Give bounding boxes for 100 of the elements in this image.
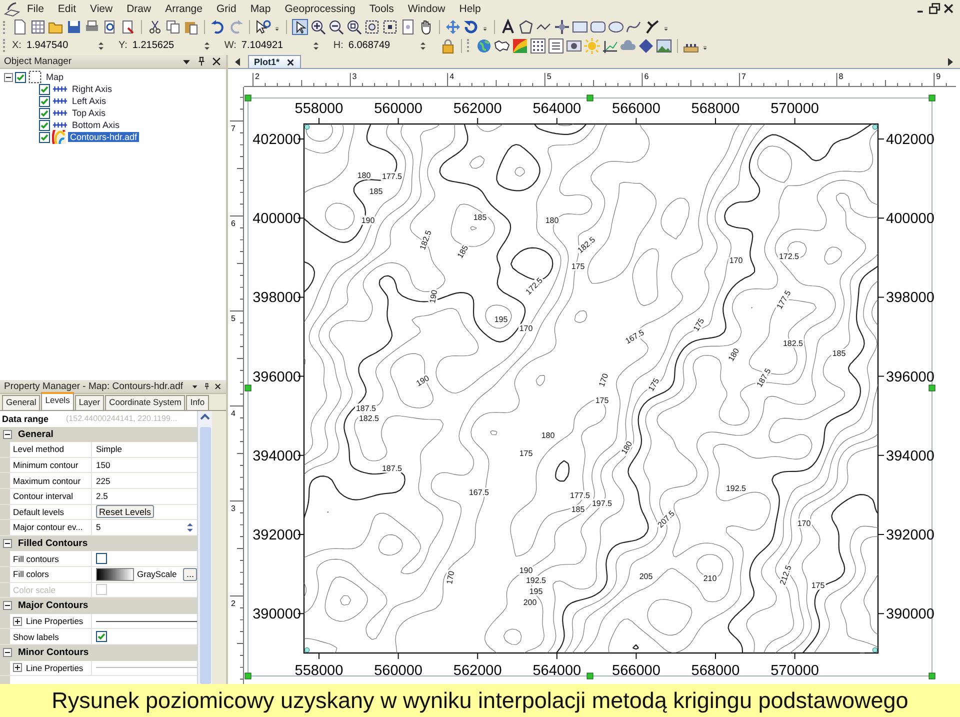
checkbox[interactable]: [96, 553, 107, 564]
property-label[interactable]: Line Properties: [26, 616, 84, 626]
restore-icon[interactable]: [928, 2, 942, 16]
lock-icon[interactable]: [440, 38, 456, 54]
coordinate-field[interactable]: 6.068749: [346, 40, 418, 51]
expand-icon[interactable]: [13, 663, 22, 672]
selection-handle[interactable]: [928, 672, 936, 680]
spline-icon[interactable]: [626, 19, 642, 35]
checkbox[interactable]: [15, 72, 26, 82]
menu-item[interactable]: Tools: [362, 2, 401, 16]
section-header[interactable]: Major Contours: [0, 598, 197, 614]
polygon-icon[interactable]: [518, 19, 534, 35]
scrollbar-thumb[interactable]: [200, 427, 210, 684]
tree-item[interactable]: Map: [44, 72, 66, 82]
zoom-in-icon[interactable]: [310, 19, 326, 35]
digitize-icon[interactable]: [644, 19, 660, 35]
property-label[interactable]: Line Properties: [26, 662, 84, 673]
pin-icon[interactable]: [196, 56, 207, 67]
page-icon[interactable]: [400, 19, 416, 35]
property-value[interactable]: 2.5: [92, 491, 197, 502]
checkbox[interactable]: [39, 108, 50, 118]
selection-handle[interactable]: [244, 384, 252, 392]
rectangle-icon[interactable]: [572, 19, 588, 35]
zoom-out-icon[interactable]: [328, 19, 344, 35]
selection-handle[interactable]: [928, 94, 936, 102]
corner-handle[interactable]: [304, 124, 310, 130]
close-icon[interactable]: [942, 2, 956, 16]
zoom-extents-icon[interactable]: [346, 19, 362, 35]
symbol-icon[interactable]: [554, 19, 570, 35]
property-tab[interactable]: Levels: [41, 392, 74, 410]
property-tab[interactable]: General: [2, 395, 40, 410]
menu-item[interactable]: Arrange: [158, 2, 210, 16]
dot-grid-icon[interactable]: [530, 38, 546, 54]
property-value[interactable]: GrayScale: [137, 569, 180, 580]
rotate-icon[interactable]: [463, 19, 479, 35]
selection-handle[interactable]: [928, 384, 936, 392]
tree-item[interactable]: Bottom Axis: [70, 120, 122, 130]
export-icon[interactable]: [120, 19, 136, 35]
picture-icon[interactable]: [656, 38, 672, 54]
expand-icon[interactable]: [13, 616, 22, 626]
worksheet-icon[interactable]: [30, 19, 46, 35]
collapse-icon[interactable]: [3, 539, 12, 548]
zoom-rectangle-icon[interactable]: [364, 19, 380, 35]
text-tool-icon[interactable]: [500, 19, 516, 35]
property-tab[interactable]: Info: [186, 395, 209, 410]
checkbox[interactable]: [39, 84, 50, 94]
checkbox[interactable]: [39, 132, 50, 142]
menu-item[interactable]: File: [20, 2, 51, 16]
collapse-icon[interactable]: [3, 648, 12, 658]
menu-item[interactable]: Window: [400, 2, 452, 16]
menu-item[interactable]: View: [83, 2, 120, 16]
pin-icon[interactable]: [202, 381, 210, 392]
collapse-icon[interactable]: [3, 601, 12, 610]
corner-handle[interactable]: [872, 124, 878, 130]
menu-item[interactable]: Edit: [50, 2, 84, 16]
tree-item[interactable]: Left Axis: [70, 96, 108, 106]
property-value[interactable]: 150: [92, 460, 197, 470]
coordinate-field[interactable]: 1.215625: [130, 40, 202, 51]
copy-icon[interactable]: [165, 19, 181, 35]
menu-item[interactable]: Map: [243, 2, 278, 16]
undo-icon[interactable]: [210, 19, 226, 35]
coordinate-field[interactable]: 7.104921: [239, 40, 312, 51]
tree-item[interactable]: Contours-hdr.adf: [68, 132, 140, 142]
selection-handle[interactable]: [244, 672, 252, 680]
menu-item[interactable]: Draw: [120, 2, 158, 16]
color-map-icon[interactable]: [512, 38, 528, 54]
image-icon[interactable]: [566, 38, 582, 54]
corner-handle[interactable]: [304, 647, 310, 653]
close-icon[interactable]: [286, 58, 295, 66]
map-outline-icon[interactable]: [494, 38, 510, 54]
paste-icon[interactable]: [183, 19, 199, 35]
close-icon[interactable]: [214, 381, 222, 392]
selection-handle[interactable]: [244, 94, 252, 102]
checkbox[interactable]: [39, 96, 50, 106]
property-value[interactable]: 225: [92, 476, 197, 486]
menu-item[interactable]: Geoprocessing: [278, 2, 362, 16]
zoom-selection-icon[interactable]: [382, 19, 398, 35]
document-tab[interactable]: Plot1*: [248, 55, 301, 68]
selection-handle[interactable]: [586, 672, 594, 680]
collapse-icon[interactable]: [3, 430, 12, 439]
tree-item[interactable]: Right Axis: [70, 84, 114, 94]
property-tab[interactable]: Coordinate System: [105, 395, 186, 410]
corner-handle[interactable]: [872, 647, 878, 653]
property-value[interactable]: Simple: [92, 444, 197, 454]
menu-item[interactable]: Help: [452, 2, 488, 16]
browse-button[interactable]: ...: [183, 568, 197, 581]
scissors-icon[interactable]: [147, 19, 163, 35]
collapse-icon[interactable]: [4, 72, 13, 82]
section-header[interactable]: General: [0, 426, 197, 442]
rounded-rectangle-icon[interactable]: [590, 19, 606, 35]
selection-handle[interactable]: [586, 94, 594, 102]
reset-levels-button[interactable]: Reset Levels: [96, 505, 154, 518]
tree-item[interactable]: Top Axis: [70, 108, 108, 118]
property-tab[interactable]: Layer: [74, 395, 104, 410]
list-icon[interactable]: [548, 38, 564, 54]
checkbox[interactable]: [96, 631, 107, 642]
section-header[interactable]: Filled Contours: [0, 536, 197, 552]
move-icon[interactable]: [445, 19, 461, 35]
spinner-icon[interactable]: [185, 520, 195, 534]
checkbox[interactable]: [39, 120, 50, 130]
